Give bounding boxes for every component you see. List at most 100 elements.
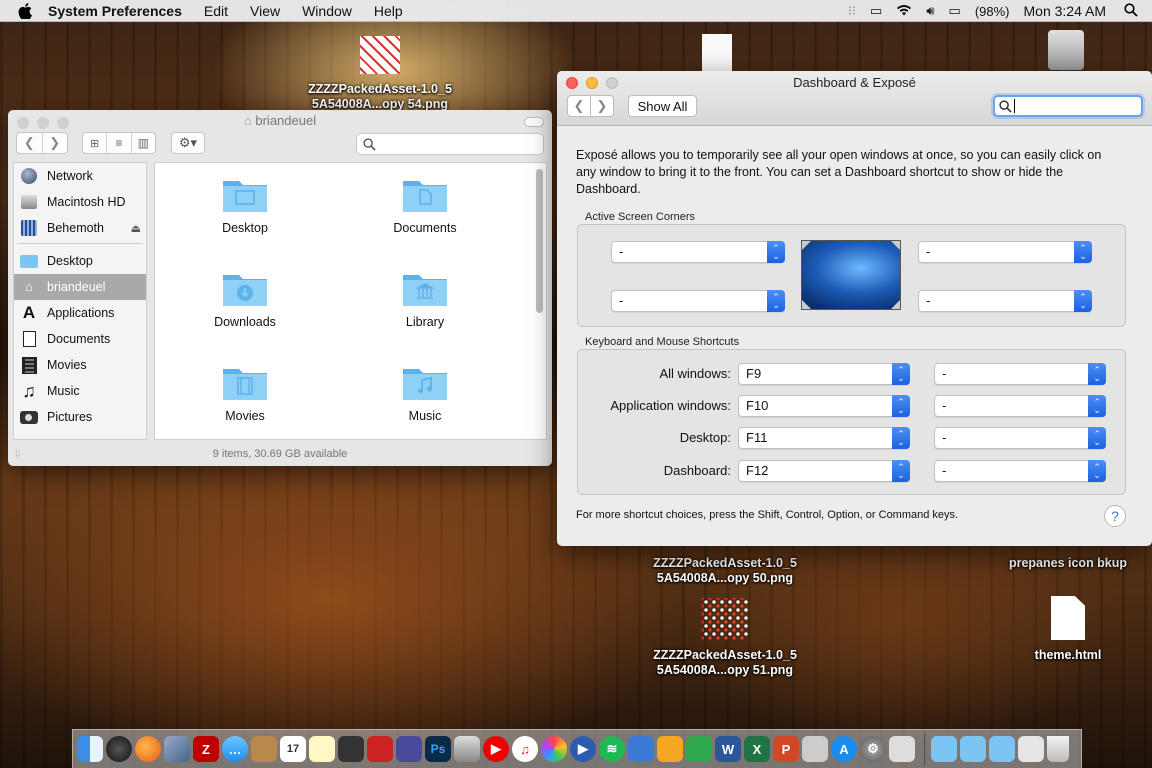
- sidebar-item-network[interactable]: Network: [14, 163, 146, 189]
- application-windows-mouse-select[interactable]: - ⌃ ⌄: [934, 395, 1106, 417]
- desktop-file-icon[interactable]: ZZZZPackedAsset-1.0_5 5A54008A...opy 50.…: [640, 556, 810, 586]
- dashboard-dock-icon[interactable]: [106, 736, 132, 762]
- firefox-dock-icon[interactable]: [135, 736, 161, 762]
- column-view-button[interactable]: ▥: [132, 133, 155, 153]
- sidebar-item-briandeuel[interactable]: ⌂ briandeuel: [14, 274, 146, 300]
- excel-dock-icon[interactable]: X: [744, 736, 770, 762]
- calendar-dock-icon[interactable]: 17: [280, 736, 306, 762]
- sidebar-item-movies[interactable]: Movies: [14, 352, 146, 378]
- sidebar-item-pictures[interactable]: Pictures: [14, 404, 146, 430]
- notes-app-dock-icon[interactable]: [251, 736, 277, 762]
- photoshop-dock-icon[interactable]: Ps: [425, 736, 451, 762]
- hard-drive-desktop-icon[interactable]: [1048, 30, 1084, 70]
- filezilla-dock-icon[interactable]: Z: [193, 736, 219, 762]
- desktop-file-icon[interactable]: theme.html: [1018, 596, 1118, 663]
- show-all-button[interactable]: Show All: [628, 95, 697, 117]
- sidebar-item-behemoth[interactable]: Behemoth ⏏: [14, 215, 146, 241]
- system-preferences-dock-icon[interactable]: ⚙: [860, 736, 886, 762]
- desktop-key-select[interactable]: F11 ⌃ ⌄: [738, 427, 910, 449]
- folder-item-desktop[interactable]: Desktop: [185, 177, 305, 235]
- forward-button[interactable]: ❯: [590, 95, 614, 117]
- photos-dock-icon[interactable]: [541, 736, 567, 762]
- documents-stack-dock-icon[interactable]: [960, 736, 986, 762]
- photo-booth-dock-icon[interactable]: [338, 736, 364, 762]
- desktop-file-icon[interactable]: ZZZZPackedAsset-1.0_5 5A54008A...opy 54.…: [300, 36, 460, 112]
- display-icon[interactable]: ▭: [870, 3, 882, 19]
- back-button[interactable]: ❮: [17, 133, 43, 153]
- sidebar-item-applications[interactable]: A Applications: [14, 300, 146, 326]
- spotlight-icon[interactable]: [1124, 2, 1138, 20]
- menu-edit[interactable]: Edit: [204, 3, 228, 19]
- sidebar-item-documents[interactable]: Documents: [14, 326, 146, 352]
- battery-percent[interactable]: (98%): [975, 4, 1010, 19]
- youtube-dock-icon[interactable]: ▶: [483, 736, 509, 762]
- desktop-folder-icon[interactable]: prepanes icon bkup: [1000, 556, 1136, 571]
- keynote-dock-icon[interactable]: [628, 736, 654, 762]
- sidebar-item-music[interactable]: ♫ Music: [14, 378, 146, 404]
- all-windows-key-select[interactable]: F9 ⌃ ⌄: [738, 363, 910, 385]
- clock[interactable]: Mon 3:24 AM: [1024, 3, 1107, 19]
- folder-item-movies[interactable]: Movies: [185, 365, 305, 423]
- dashboard-mouse-select[interactable]: - ⌃ ⌄: [934, 460, 1106, 482]
- app-store-dock-icon[interactable]: A: [831, 736, 857, 762]
- menu-help[interactable]: Help: [374, 3, 403, 19]
- word-dock-icon[interactable]: W: [715, 736, 741, 762]
- folder-item-library[interactable]: Library: [365, 271, 485, 329]
- desktop-file-icon[interactable]: ZZZZPackedAsset-1.0_5 5A54008A...opy 51.…: [640, 598, 810, 678]
- apple-menu-icon[interactable]: [16, 2, 34, 20]
- all-windows-mouse-select[interactable]: - ⌃ ⌄: [934, 363, 1106, 385]
- app-dock-icon[interactable]: [396, 736, 422, 762]
- back-button[interactable]: ❮: [567, 95, 591, 117]
- pages-dock-icon[interactable]: [657, 736, 683, 762]
- corner-bottom-left-select[interactable]: - ⌃ ⌄: [611, 290, 785, 312]
- help-button[interactable]: ?: [1104, 505, 1126, 527]
- app-dock-icon[interactable]: [367, 736, 393, 762]
- downloads-stack-dock-icon[interactable]: [989, 736, 1015, 762]
- powerpoint-dock-icon[interactable]: P: [773, 736, 799, 762]
- corner-top-left-select[interactable]: - ⌃ ⌄: [611, 241, 785, 263]
- app-dock-icon[interactable]: [454, 736, 480, 762]
- trash-dock-icon[interactable]: [1047, 736, 1069, 762]
- application-windows-key-select[interactable]: F10 ⌃ ⌄: [738, 395, 910, 417]
- corner-bottom-right-select[interactable]: - ⌃ ⌄: [918, 290, 1092, 312]
- spotify-dock-icon[interactable]: ≋: [599, 736, 625, 762]
- toolbar-toggle-button[interactable]: [524, 117, 544, 127]
- list-view-button[interactable]: ≡: [107, 133, 132, 153]
- menu-extra-icon[interactable]: ⁝⁝: [848, 3, 856, 19]
- menu-window[interactable]: Window: [302, 3, 352, 19]
- finder-dock-icon[interactable]: [77, 736, 103, 762]
- sidebar-item-macintosh-hd[interactable]: Macintosh HD: [14, 189, 146, 215]
- app-dock-icon[interactable]: [802, 736, 828, 762]
- folder-item-documents[interactable]: Documents: [365, 177, 485, 235]
- action-menu-button[interactable]: ⚙▾: [171, 132, 205, 154]
- itunes-dock-icon[interactable]: ♫: [512, 736, 538, 762]
- blank-document-desktop-icon[interactable]: [702, 34, 732, 72]
- applications-stack-dock-icon[interactable]: [931, 736, 957, 762]
- volume-icon[interactable]: 🔊︎: [926, 3, 934, 19]
- sidebar-item-desktop[interactable]: Desktop: [14, 248, 146, 274]
- battery-icon[interactable]: ▭: [949, 3, 961, 19]
- folder-item-music[interactable]: Music: [365, 365, 485, 423]
- desktop-mouse-select[interactable]: - ⌃ ⌄: [934, 427, 1106, 449]
- quicktime-dock-icon[interactable]: ▶: [570, 736, 596, 762]
- wifi-icon[interactable]: [896, 4, 912, 19]
- eject-icon[interactable]: ⏏: [131, 222, 141, 235]
- icon-view-button[interactable]: ⊞: [83, 133, 108, 153]
- folder-item-downloads[interactable]: Downloads: [185, 271, 305, 329]
- finder-sidebar: Network Macintosh HD Behemoth ⏏ Desktop ⌂…: [13, 162, 147, 440]
- numbers-dock-icon[interactable]: [686, 736, 712, 762]
- messages-dock-icon[interactable]: …: [222, 736, 248, 762]
- resize-grip-icon[interactable]: ⁞⁞: [15, 450, 21, 461]
- corner-top-right-select[interactable]: - ⌃ ⌄: [918, 241, 1092, 263]
- preview-dock-icon[interactable]: [164, 736, 190, 762]
- finder-search-field[interactable]: [356, 133, 544, 155]
- stack-dock-icon[interactable]: [1018, 736, 1044, 762]
- vertical-scrollbar[interactable]: [536, 169, 543, 313]
- menu-view[interactable]: View: [250, 3, 280, 19]
- dashboard-key-select[interactable]: F12 ⌃ ⌄: [738, 460, 910, 482]
- prefs-search-field[interactable]: [993, 95, 1143, 117]
- app-name-menu[interactable]: System Preferences: [48, 3, 182, 19]
- forward-button[interactable]: ❯: [43, 133, 68, 153]
- stickies-dock-icon[interactable]: [309, 736, 335, 762]
- app-dock-icon[interactable]: [889, 736, 915, 762]
